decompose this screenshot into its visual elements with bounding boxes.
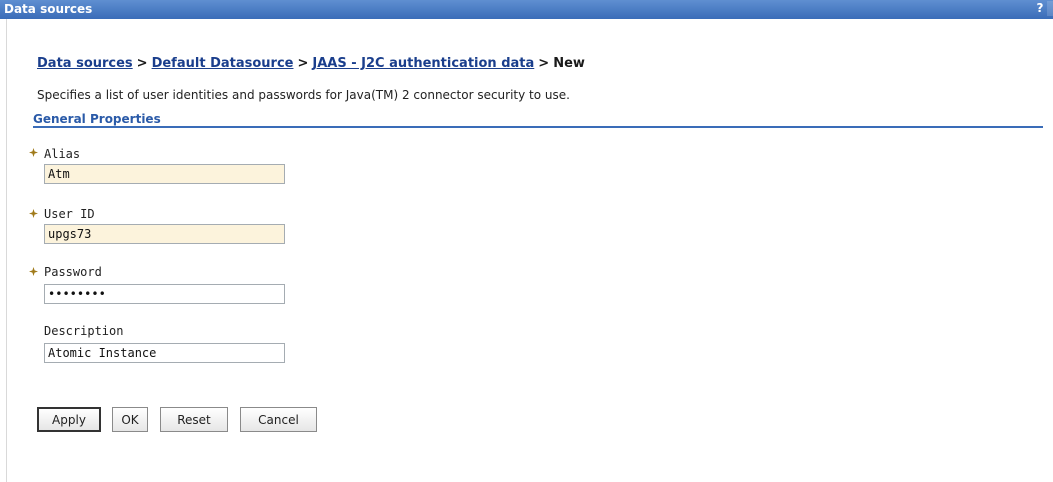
breadcrumb-separator: > [538,56,550,71]
section-title: General Properties [33,112,161,126]
title-bar: Data sources ? [0,0,1053,19]
ok-button[interactable]: OK [112,407,148,432]
breadcrumb-link-default-datasource[interactable]: Default Datasource [152,56,294,71]
required-field-icon [29,267,38,276]
left-border [6,19,7,482]
breadcrumb-link-data-sources[interactable]: Data sources [37,56,133,71]
page: Data sources ? Data sources > Default Data… [0,0,1053,482]
breadcrumb-link-jaas-j2c[interactable]: JAAS - J2C authentication data [312,56,534,71]
breadcrumb-separator: > [297,56,309,71]
description-label: Description [44,324,124,338]
user-id-field[interactable] [44,224,285,244]
breadcrumb: Data sources > Default Datasource > JAAS - J… [37,56,585,71]
alias-field[interactable] [44,164,285,184]
required-field-icon [29,209,38,218]
minimize-icon[interactable] [1047,1,1053,16]
window-title: Data sources [4,2,93,16]
password-field[interactable] [44,284,285,304]
reset-button[interactable]: Reset [160,407,228,432]
description-field[interactable] [44,343,285,363]
user-id-label: User ID [44,207,95,221]
section-divider [33,126,1043,128]
cancel-button[interactable]: Cancel [240,407,317,432]
required-field-icon [29,148,38,157]
password-label: Password [44,265,102,279]
breadcrumb-separator: > [136,56,148,71]
breadcrumb-current: New [553,56,585,71]
apply-button[interactable]: Apply [37,407,101,432]
alias-label: Alias [44,147,81,161]
help-icon[interactable]: ? [1035,1,1045,16]
page-description: Specifies a list of user identities and … [37,88,570,102]
